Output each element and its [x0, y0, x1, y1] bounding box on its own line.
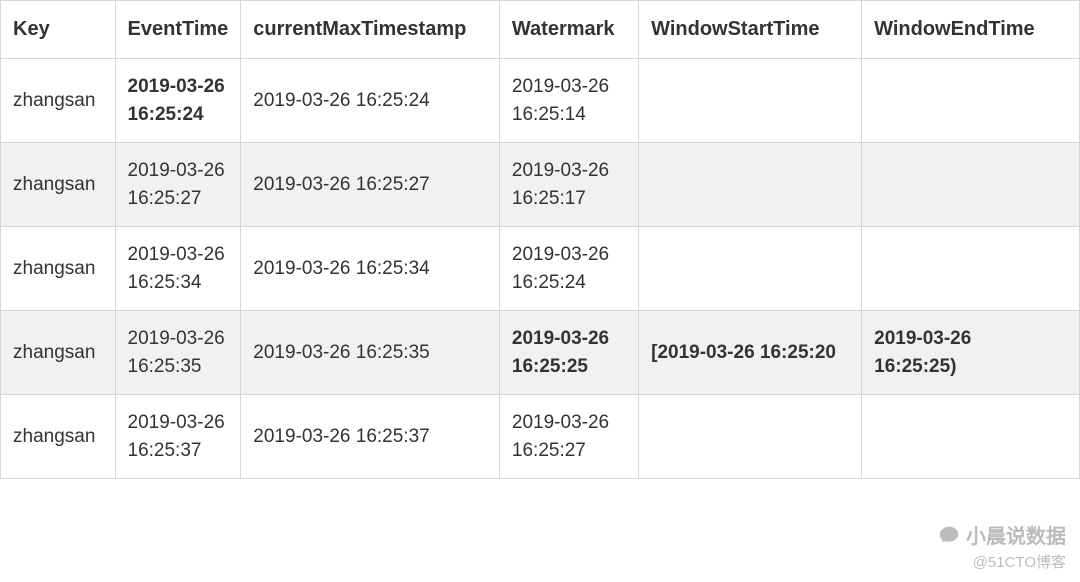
cell-watermark: 2019-03-26 16:25:27: [499, 395, 638, 479]
header-window-end: WindowEndTime: [862, 1, 1080, 59]
cell-watermark: 2019-03-26 16:25:17: [499, 143, 638, 227]
cell-watermark: 2019-03-26 16:25:14: [499, 59, 638, 143]
watermark-event-table: Key EventTime currentMaxTimestamp Waterm…: [0, 0, 1080, 479]
header-watermark: Watermark: [499, 1, 638, 59]
watermark-author-line: 小晨说数据: [938, 520, 1066, 549]
watermark-source: @51CTO博客: [973, 551, 1066, 572]
header-key: Key: [1, 1, 116, 59]
cell-current-max: 2019-03-26 16:25:24: [241, 59, 500, 143]
cell-window-end: [862, 143, 1080, 227]
cell-current-max: 2019-03-26 16:25:37: [241, 395, 500, 479]
table-row: zhangsan2019-03-26 16:25:352019-03-26 16…: [1, 311, 1080, 395]
header-current-max: currentMaxTimestamp: [241, 1, 500, 59]
header-window-start: WindowStartTime: [639, 1, 862, 59]
watermark-author: 小晨说数据: [966, 520, 1066, 549]
cell-key: zhangsan: [1, 395, 116, 479]
table-row: zhangsan2019-03-26 16:25:342019-03-26 16…: [1, 227, 1080, 311]
cell-event-time: 2019-03-26 16:25:27: [115, 143, 241, 227]
cell-window-end: [862, 59, 1080, 143]
cell-watermark: 2019-03-26 16:25:25: [499, 311, 638, 395]
cell-window-start: [639, 227, 862, 311]
cell-window-start: [639, 395, 862, 479]
cell-window-start: [639, 59, 862, 143]
table-row: zhangsan2019-03-26 16:25:242019-03-26 16…: [1, 59, 1080, 143]
cell-window-end: [862, 395, 1080, 479]
header-event-time: EventTime: [115, 1, 241, 59]
cell-event-time: 2019-03-26 16:25:34: [115, 227, 241, 311]
cell-watermark: 2019-03-26 16:25:24: [499, 227, 638, 311]
cell-key: zhangsan: [1, 143, 116, 227]
table-row: zhangsan2019-03-26 16:25:272019-03-26 16…: [1, 143, 1080, 227]
cell-event-time: 2019-03-26 16:25:24: [115, 59, 241, 143]
cell-window-start: [639, 143, 862, 227]
table-row: zhangsan2019-03-26 16:25:372019-03-26 16…: [1, 395, 1080, 479]
cell-key: zhangsan: [1, 311, 116, 395]
page-watermark-overlay: 小晨说数据 @51CTO博客: [938, 520, 1066, 572]
cell-current-max: 2019-03-26 16:25:27: [241, 143, 500, 227]
cell-window-end: 2019-03-26 16:25:25): [862, 311, 1080, 395]
wechat-icon: [938, 524, 960, 546]
table-head: Key EventTime currentMaxTimestamp Waterm…: [1, 1, 1080, 59]
table-body: zhangsan2019-03-26 16:25:242019-03-26 16…: [1, 59, 1080, 479]
cell-event-time: 2019-03-26 16:25:35: [115, 311, 241, 395]
cell-current-max: 2019-03-26 16:25:35: [241, 311, 500, 395]
cell-window-end: [862, 227, 1080, 311]
cell-current-max: 2019-03-26 16:25:34: [241, 227, 500, 311]
header-row: Key EventTime currentMaxTimestamp Waterm…: [1, 1, 1080, 59]
cell-key: zhangsan: [1, 227, 116, 311]
cell-key: zhangsan: [1, 59, 116, 143]
cell-event-time: 2019-03-26 16:25:37: [115, 395, 241, 479]
cell-window-start: [2019-03-26 16:25:20: [639, 311, 862, 395]
